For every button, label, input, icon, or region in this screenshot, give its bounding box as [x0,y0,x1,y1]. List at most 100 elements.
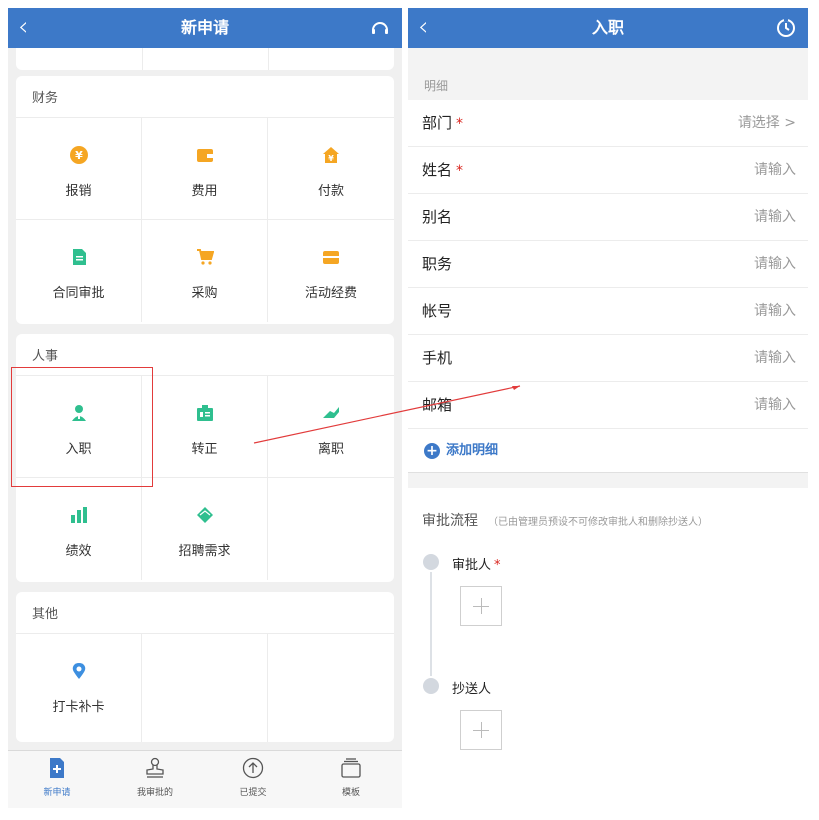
field-label: 手机 [422,335,456,383]
grid-item-resignation[interactable]: 离职 [268,376,394,478]
mobile-input[interactable]: 请输入 [754,335,796,382]
grid-item-label: 报销 [65,184,92,199]
bottom-tab-bar: 新申请 我审批的 已提交 模板 [8,750,402,808]
grid-item-label: 离职 [317,442,344,457]
grid-item-label: 绩效 [65,544,92,559]
right-header: ‹ 入职 [408,8,808,48]
field-name[interactable]: 姓名 * 请输入 [408,147,808,194]
name-input[interactable]: 请输入 [754,147,796,194]
required-mark: * [456,163,464,179]
field-label-text: 姓名 [422,161,453,179]
flow-note: （已由管理员预设不可修改审批人和删除抄送人） [488,517,708,528]
add-detail-label: 添加明细 [446,443,499,458]
cc-label: 抄送人 [452,682,492,697]
add-approver-button[interactable] [460,586,502,626]
approver-label: 审批人 * [452,554,501,573]
wallet-icon [197,149,213,162]
field-department[interactable]: 部门 * 请选择 > [408,100,808,147]
approval-flow: 审批流程 （已由管理员预设不可修改审批人和删除抄送人） 审批人 * 抄送人 [408,488,808,808]
grid-item-contract[interactable]: 合同审批 [16,220,142,322]
grid-item-purchase[interactable]: 采购 [142,220,268,322]
left-header: ‹ 新申请 [8,8,402,48]
tab-label: 我审批的 [136,788,173,798]
page-title: 新申请 [180,18,229,37]
grid-item-label: 活动经费 [304,286,357,301]
flow-title: 审批流程 （已由管理员预设不可修改审批人和删除抄送人） [422,510,708,530]
department-select[interactable]: 请选择 > [738,100,796,147]
field-label-text: 手机 [422,349,453,367]
grid-item-performance[interactable]: 绩效 [16,478,142,580]
grid-item-recruitment[interactable]: 招聘需求 [142,478,268,580]
grid-item-label: 转正 [191,442,218,457]
field-label: 邮箱 [422,382,456,430]
field-alias[interactable]: 别名 请输入 [408,194,808,241]
id-badge-icon [197,405,213,421]
field-label: 姓名 * [422,147,463,195]
field-label: 职务 [422,241,456,289]
required-mark: * [494,558,501,573]
grid-item-empty [142,634,268,742]
field-label-text: 部门 [422,114,453,132]
grid-item-reimburse[interactable]: ¥ 报销 [16,118,142,220]
tab-my-approvals[interactable]: 我审批的 [106,757,204,798]
grid-item-regularization[interactable]: 转正 [142,376,268,478]
annotation-highlight-box [11,367,153,487]
tab-label: 已提交 [239,788,267,798]
grid-item-clock-in-fix[interactable]: 打卡补卡 [16,634,142,742]
grid-item-empty [268,634,394,742]
tab-templates[interactable]: 模板 [302,757,400,798]
field-label: 帐号 [422,288,456,336]
add-cc-button[interactable] [460,710,502,750]
grid-item-activity-fund[interactable]: 活动经费 [268,220,394,322]
approver-label-text: 审批人 [452,558,492,573]
box-icon [323,251,339,264]
approver-avatar-icon [423,554,439,570]
tab-label: 新申请 [43,788,71,798]
grid-item-expense[interactable]: 费用 [142,118,268,220]
add-detail-button[interactable]: + 添加明细 [408,429,808,473]
required-mark: * [456,116,464,132]
section-title-finance: 财务 [16,76,394,118]
add-circle-icon: + [424,443,440,459]
field-label: 别名 [422,194,456,242]
field-label-text: 帐号 [422,302,453,320]
template-stack-icon [341,758,361,778]
grid-item-payment[interactable]: ¥ 付款 [268,118,394,220]
detail-section-label: 明细 [424,79,449,93]
grid-item-label: 采购 [191,286,218,301]
field-label: 部门 * [422,100,463,148]
headset-icon[interactable] [370,18,390,38]
handshake-leave-icon [323,407,339,418]
alias-input[interactable]: 请输入 [754,194,796,241]
house-yen-icon: ¥ [323,147,339,163]
grid-item-label: 费用 [191,184,218,199]
account-input[interactable]: 请输入 [754,288,796,335]
stamp-icon [146,757,164,778]
grid-item-label: 打卡补卡 [52,700,105,715]
section-title-other: 其他 [16,592,394,634]
field-label-text: 邮箱 [422,396,453,414]
position-input[interactable]: 请输入 [754,241,796,288]
field-label-text: 职务 [422,255,453,273]
flow-connector [430,572,432,676]
flow-title-text: 审批流程 [422,513,478,529]
detail-form: 部门 * 请选择 > 姓名 * 请输入 别名 请输入 职务 请输入 帐号 请输入 手… [408,100,808,473]
field-position[interactable]: 职务 请输入 [408,241,808,288]
location-pin-icon [72,663,86,679]
tab-submitted[interactable]: 已提交 [204,757,302,798]
finance-section: 财务 ¥ 报销 费用 ¥ 付款 合同审批 采购 活动经费 [16,76,394,324]
field-account[interactable]: 帐号 请输入 [408,288,808,335]
field-label-text: 别名 [422,208,453,226]
history-clock-icon[interactable] [776,18,796,38]
email-input[interactable]: 请输入 [754,382,796,429]
field-mobile[interactable]: 手机 请输入 [408,335,808,382]
svg-text:¥: ¥ [328,154,334,163]
bar-chart-icon [71,507,87,523]
field-email[interactable]: 邮箱 请输入 [408,382,808,429]
grid-item-label: 合同审批 [52,286,105,301]
other-section: 其他 打卡补卡 [16,592,394,742]
cart-icon [197,249,214,265]
tab-new-request[interactable]: 新申请 [8,757,106,798]
yen-coin-icon: ¥ [70,146,88,164]
previous-section-remnant [16,48,394,70]
